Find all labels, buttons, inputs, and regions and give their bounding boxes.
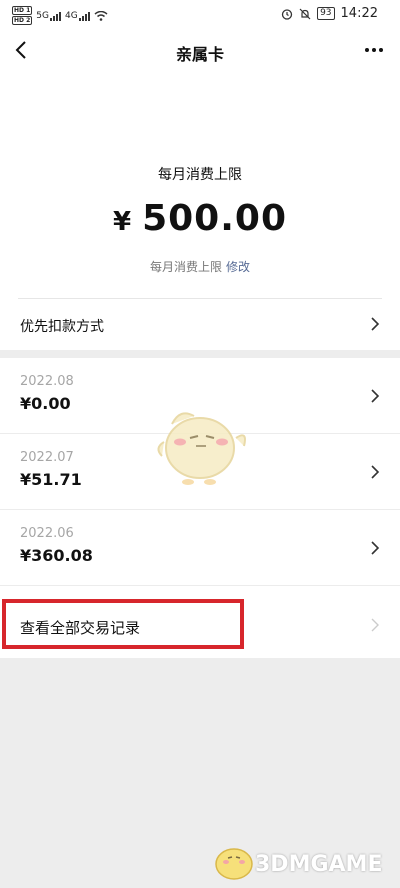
limit-card: 每月消费上限 ¥500.00 每月消费上限 修改 优先扣款方式 bbox=[0, 74, 400, 350]
chevron-right-icon bbox=[371, 317, 380, 331]
month-label: 2022.08 bbox=[20, 374, 74, 389]
wifi-icon bbox=[94, 10, 108, 21]
sim1-badge: HD 1 bbox=[12, 6, 33, 15]
limit-amount: ¥500.00 bbox=[0, 198, 400, 239]
more-icon[interactable] bbox=[362, 40, 386, 60]
month-label: 2022.07 bbox=[20, 450, 74, 465]
nav-bar: 亲属卡 bbox=[0, 28, 400, 74]
signal-2: 4G bbox=[65, 11, 90, 21]
highlight-box bbox=[2, 599, 244, 649]
currency-symbol: ¥ bbox=[112, 207, 133, 237]
chevron-right-icon bbox=[371, 541, 380, 555]
limit-sub-row: 每月消费上限 修改 bbox=[0, 258, 400, 275]
chevron-right-icon bbox=[371, 618, 379, 632]
edit-limit-link[interactable]: 修改 bbox=[226, 260, 250, 274]
status-bar: HD 1 HD 2 5G 4G 93 14:22 bbox=[0, 0, 400, 28]
status-left: HD 1 HD 2 5G 4G bbox=[12, 6, 108, 25]
status-time: 14:22 bbox=[340, 6, 378, 21]
signal-bars-icon bbox=[49, 11, 61, 21]
chevron-right-icon bbox=[371, 465, 380, 479]
chevron-right-icon bbox=[371, 389, 380, 403]
status-right: 93 14:22 bbox=[281, 6, 378, 21]
alarm-icon bbox=[281, 8, 293, 20]
net2-label: 4G bbox=[64, 10, 78, 21]
net1-label: 5G bbox=[36, 10, 49, 21]
month-amount: ¥0.00 bbox=[20, 394, 71, 413]
battery-indicator: 93 bbox=[317, 7, 335, 20]
month-amount: ¥51.71 bbox=[20, 470, 82, 489]
signal-1: 5G bbox=[36, 11, 61, 21]
payment-method-row[interactable]: 优先扣款方式 bbox=[0, 299, 400, 350]
limit-sub-label: 每月消费上限 bbox=[149, 260, 222, 274]
signal-bars-icon bbox=[78, 11, 90, 21]
sim-indicators: HD 1 HD 2 bbox=[12, 6, 33, 25]
mute-bell-icon bbox=[299, 8, 311, 19]
list-item[interactable]: 2022.06 ¥360.08 bbox=[0, 510, 400, 586]
watermark-text: 3DMGAME bbox=[255, 852, 383, 877]
payment-method-label: 优先扣款方式 bbox=[20, 319, 104, 335]
mascot-watermark-icon bbox=[157, 412, 246, 485]
limit-label: 每月消费上限 bbox=[158, 167, 242, 183]
sim2-badge: HD 2 bbox=[12, 16, 33, 25]
month-label: 2022.06 bbox=[20, 526, 74, 541]
month-amount: ¥360.08 bbox=[20, 546, 93, 565]
page-title: 亲属卡 bbox=[175, 45, 224, 64]
limit-amount-value: 500.00 bbox=[142, 198, 287, 239]
